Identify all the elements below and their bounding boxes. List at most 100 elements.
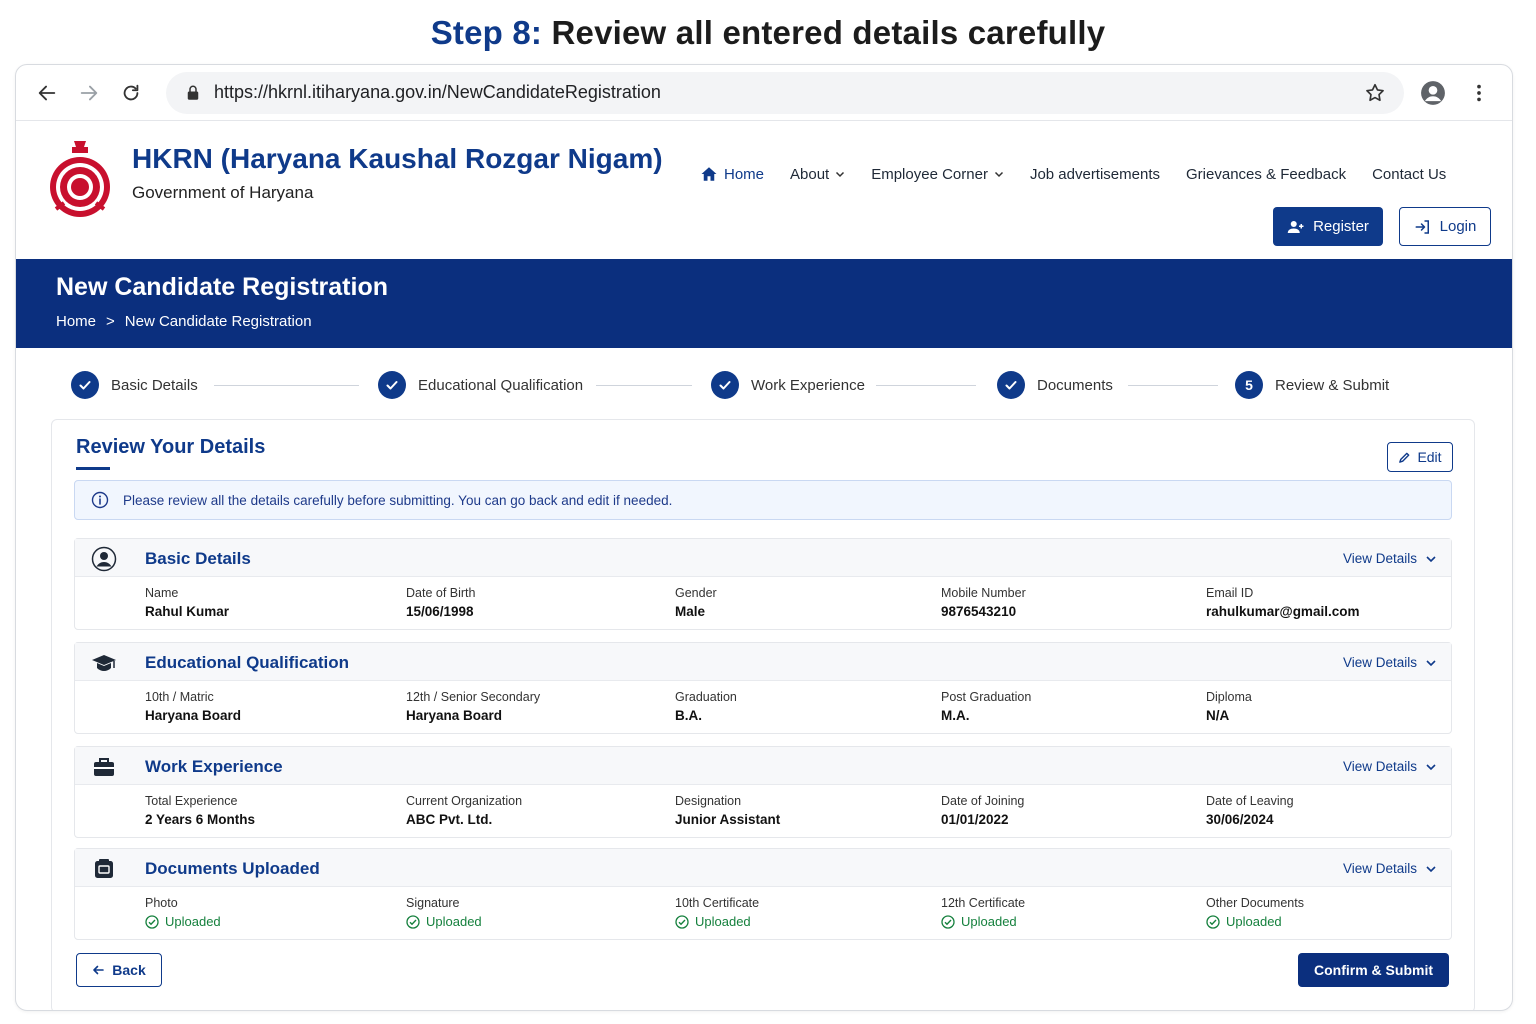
field-label: Post Graduation (941, 690, 1032, 704)
field-value: N/A (1206, 708, 1230, 723)
field-label: Current Organization (406, 794, 523, 808)
upload-status-label: Uploaded (426, 914, 482, 929)
field-label: Gender (675, 586, 717, 600)
view-details-toggle[interactable]: View Details (1343, 655, 1437, 670)
check-circle-icon (1206, 914, 1220, 929)
reload-button[interactable] (116, 78, 146, 108)
field-label: Name (145, 586, 179, 600)
section-body: 10th / Matric Haryana Board 12th / Senior… (75, 681, 1451, 733)
upload-status-label: Uploaded (961, 914, 1017, 929)
view-details-toggle[interactable]: View Details (1343, 759, 1437, 774)
login-button[interactable]: Login (1399, 207, 1491, 246)
upload-status-label: Uploaded (165, 914, 221, 929)
field-value: 30/06/2024 (1206, 812, 1274, 827)
field-10th-matric: 10th / Matric Haryana Board (145, 690, 241, 723)
chevron-down-icon (1426, 865, 1436, 872)
nav-grievances[interactable]: Grievances & Feedback (1186, 166, 1346, 183)
lock-icon (187, 85, 199, 100)
arrow-left-icon (93, 965, 105, 975)
step-review-submit[interactable]: 5 Review & Submit (1235, 371, 1389, 399)
register-button[interactable]: Register (1273, 207, 1383, 246)
breadcrumb-separator: > (106, 313, 115, 330)
upload-status-label: Uploaded (1226, 914, 1282, 929)
step-documents[interactable]: Documents (997, 371, 1113, 399)
step-connector (876, 385, 976, 386)
field-12th-certificate: 12th Certificate Uploaded (941, 896, 1025, 929)
field-label: Total Experience (145, 794, 238, 808)
field-value: Junior Assistant (675, 812, 781, 827)
upload-status: Uploaded (1206, 914, 1304, 929)
field-value: rahulkumar@gmail.com (1206, 604, 1360, 619)
nav-job-advertisements-label: Job advertisements (1029, 165, 1161, 183)
check-icon (79, 381, 91, 390)
educational-qualification-section: Educational Qualification View Details 1… (74, 642, 1452, 734)
step-number: Step 8: (430, 14, 543, 51)
upload-status: Uploaded (675, 914, 759, 929)
step-label: Documents (1037, 376, 1113, 394)
upload-status: Uploaded (406, 914, 482, 929)
section-header: Educational Qualification View Details (75, 643, 1451, 681)
view-details-toggle[interactable]: View Details (1343, 861, 1437, 876)
forward-nav-button[interactable] (74, 78, 104, 108)
field-label: Graduation (675, 690, 737, 704)
nav-home[interactable]: Home (700, 165, 764, 183)
edit-label: Edit (1417, 449, 1442, 465)
step-heading-text: Review all entered details carefully (551, 14, 1106, 51)
field-label: Photo (145, 896, 178, 910)
confirm-submit-button[interactable]: Confirm & Submit (1298, 953, 1449, 987)
breadcrumb-home[interactable]: Home (56, 313, 96, 330)
step-educational-qualification[interactable]: Educational Qualification (378, 371, 583, 399)
edit-button[interactable]: Edit (1387, 442, 1453, 472)
field-value: Haryana Board (406, 708, 503, 723)
chevron-down-icon (836, 171, 845, 178)
field-label: Signature (406, 896, 460, 910)
step-work-experience[interactable]: Work Experience (711, 371, 865, 399)
view-details-label: View Details (1342, 551, 1417, 566)
field-label: 12th Certificate (941, 896, 1026, 910)
upload-status-label: Uploaded (695, 914, 751, 929)
site-title: HKRN (Haryana Kaushal Rozgar Nigam) (132, 143, 663, 174)
step-done-badge (378, 371, 406, 399)
field-value: Male (675, 604, 706, 619)
step-basic-details[interactable]: Basic Details (71, 371, 198, 399)
field-date-of-leaving: Date of Leaving 30/06/2024 (1206, 794, 1294, 827)
view-details-label: View Details (1342, 759, 1417, 774)
breadcrumb-current: New Candidate Registration (124, 313, 312, 330)
back-button[interactable]: Back (76, 953, 162, 987)
nav-employee-corner[interactable]: Employee Corner (871, 166, 1004, 183)
field-other-documents: Other Documents Uploaded (1206, 896, 1304, 929)
login-label: Login (1439, 218, 1477, 235)
step-connector (1128, 385, 1218, 386)
pencil-icon (1399, 452, 1410, 463)
view-details-toggle[interactable]: View Details (1343, 551, 1437, 566)
field-label: Email ID (1206, 586, 1254, 600)
step-number-badge: 5 (1235, 371, 1263, 399)
browser-window: https://hkrnl.itiharyana.gov.in/NewCandi… (15, 64, 1513, 1011)
profile-icon[interactable] (1420, 80, 1446, 106)
graduation-cap-icon (92, 655, 116, 671)
field-12th-senior-secondary: 12th / Senior Secondary Haryana Board (406, 690, 540, 723)
nav-job-advertisements[interactable]: Job advertisements (1030, 166, 1160, 183)
kebab-menu-icon[interactable] (1468, 82, 1490, 104)
nav-about[interactable]: About (790, 166, 845, 183)
field-photo: Photo Uploaded (145, 896, 221, 929)
address-bar[interactable]: https://hkrnl.itiharyana.gov.in/NewCandi… (166, 71, 1404, 114)
breadcrumb: Home > New Candidate Registration (56, 313, 312, 330)
chevron-down-icon (1426, 659, 1436, 666)
field-label: 10th Certificate (675, 896, 760, 910)
forward-arrow-icon (80, 85, 98, 100)
section-header: Documents Uploaded View Details (75, 849, 1451, 887)
back-nav-button[interactable] (32, 78, 62, 108)
section-title: Basic Details (145, 549, 251, 568)
nav-employee-corner-label: Employee Corner (871, 165, 988, 183)
nav-contact[interactable]: Contact Us (1372, 166, 1446, 183)
briefcase-icon (94, 758, 114, 776)
step-heading: Step 8: Review all entered details caref… (0, 14, 1536, 52)
star-icon[interactable] (1364, 82, 1386, 104)
field-10th-certificate: 10th Certificate Uploaded (675, 896, 759, 929)
field-post-graduation: Post Graduation M.A. (941, 690, 1031, 723)
check-circle-icon (145, 914, 159, 929)
field-designation: Designation Junior Assistant (675, 794, 780, 827)
document-icon (95, 859, 113, 878)
field-label: Date of Leaving (1206, 794, 1294, 808)
